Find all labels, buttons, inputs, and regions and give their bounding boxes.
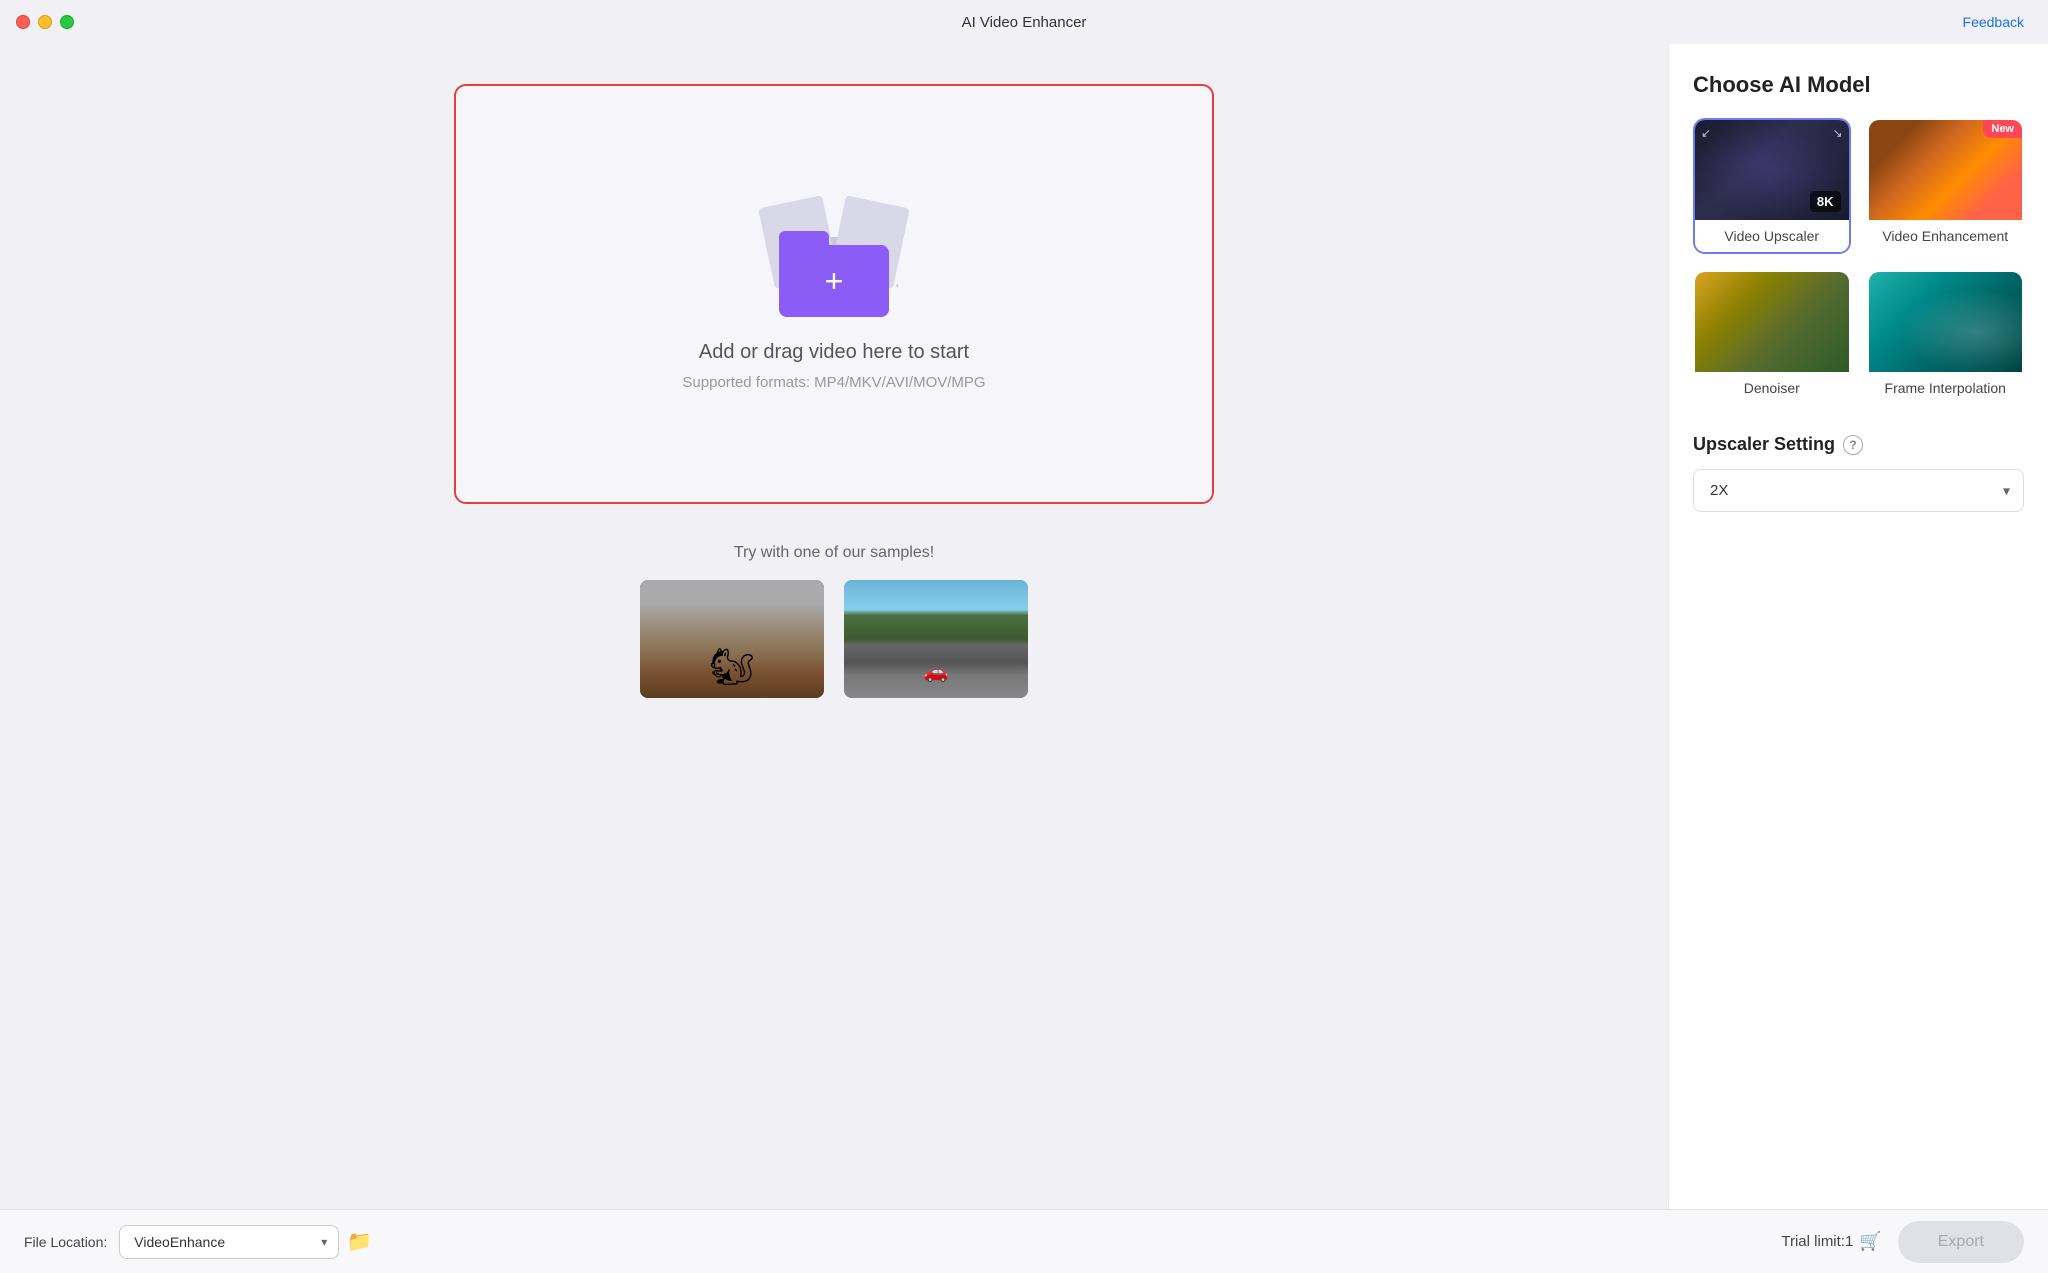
- model-thumb-enhancement: New: [1869, 120, 2023, 220]
- folder-browse-button[interactable]: 📁: [339, 1225, 380, 1258]
- model-card-video-upscaler[interactable]: ↙ ↘ 8K Video Upscaler: [1693, 118, 1851, 254]
- samples-row: [640, 580, 1028, 698]
- model-thumb-denoiser: [1695, 272, 1849, 372]
- maximize-button[interactable]: [60, 15, 74, 29]
- help-icon[interactable]: ?: [1843, 435, 1863, 455]
- bottom-bar: File Location: VideoEnhance Desktop Docu…: [0, 1209, 2048, 1273]
- arrow-expand-topright: ↘: [1832, 126, 1842, 140]
- upscaler-8k-badge: 8K: [1810, 191, 1841, 212]
- export-button[interactable]: Export: [1898, 1221, 2024, 1263]
- sparkle-icon-bottomright: ·: [895, 277, 900, 295]
- folder-browse-icon: 📁: [347, 1231, 372, 1253]
- model-card-frame-interpolation[interactable]: Frame Interpolation: [1867, 270, 2025, 406]
- new-badge: New: [1983, 120, 2022, 138]
- model-thumb-upscaler: ↙ ↘ 8K: [1695, 120, 1849, 220]
- folder-plus-icon: +: [825, 265, 844, 297]
- sample-traffic[interactable]: [844, 580, 1028, 698]
- right-panel: Choose AI Model ↙ ↘ 8K Video Upscaler Ne…: [1668, 44, 2048, 1209]
- model-card-denoiser[interactable]: Denoiser: [1693, 270, 1851, 406]
- model-grid: ↙ ↘ 8K Video Upscaler New Video Enhancem…: [1693, 118, 2024, 406]
- setting-section: Upscaler Setting ? 2X 4X 8X ▾: [1693, 434, 2024, 512]
- trial-limit: Trial limit:1 🛒: [1781, 1231, 1881, 1252]
- folder-front: +: [779, 245, 889, 317]
- model-enhancement-label: Video Enhancement: [1869, 220, 2023, 252]
- arrow-expand-topleft: ↙: [1701, 126, 1711, 140]
- samples-title: Try with one of our samples!: [734, 544, 934, 562]
- trial-limit-text: Trial limit:1: [1781, 1233, 1853, 1250]
- drop-zone-title: Add or drag video here to start: [699, 341, 969, 364]
- setting-label-text: Upscaler Setting: [1693, 434, 1835, 455]
- bottom-right: Trial limit:1 🛒 Export: [1781, 1221, 2024, 1263]
- close-button[interactable]: [16, 15, 30, 29]
- samples-section: Try with one of our samples!: [454, 544, 1214, 698]
- model-thumb-interpolation: [1869, 272, 2023, 372]
- folder-icon-wrapper: + ✦ ·: [764, 197, 904, 317]
- model-interpolation-label: Frame Interpolation: [1869, 372, 2023, 404]
- file-location-label: File Location:: [24, 1234, 107, 1250]
- upscaler-setting-select[interactable]: 2X 4X 8X: [1693, 469, 2024, 512]
- file-location-select-wrapper: VideoEnhance Desktop Documents ▾: [119, 1225, 339, 1259]
- drop-zone-subtitle: Supported formats: MP4/MKV/AVI/MOV/MPG: [682, 374, 985, 391]
- squirrel-scene-bg: [640, 580, 824, 698]
- panel-title: Choose AI Model: [1693, 72, 2024, 98]
- setting-select-wrapper: 2X 4X 8X ▾: [1693, 469, 2024, 512]
- title-bar: AI Video Enhancer Feedback: [0, 0, 2048, 44]
- setting-label: Upscaler Setting ?: [1693, 434, 2024, 455]
- feedback-link[interactable]: Feedback: [1963, 14, 2024, 30]
- minimize-button[interactable]: [38, 15, 52, 29]
- left-panel: + ✦ · Add or drag video here to start Su…: [0, 44, 1668, 1209]
- model-denoiser-label: Denoiser: [1695, 372, 1849, 404]
- main-layout: + ✦ · Add or drag video here to start Su…: [0, 44, 2048, 1209]
- sample-squirrel[interactable]: [640, 580, 824, 698]
- traffic-scene-bg: [844, 580, 1028, 698]
- window-controls: [16, 15, 74, 29]
- app-title: AI Video Enhancer: [962, 14, 1087, 31]
- upscaler-arrows: ↙ ↘: [1701, 126, 1843, 140]
- cart-icon: 🛒: [1859, 1231, 1881, 1252]
- file-location-select[interactable]: VideoEnhance Desktop Documents: [119, 1225, 339, 1259]
- model-card-video-enhancement[interactable]: New Video Enhancement: [1867, 118, 2025, 254]
- model-upscaler-label: Video Upscaler: [1695, 220, 1849, 252]
- drop-zone[interactable]: + ✦ · Add or drag video here to start Su…: [454, 84, 1214, 504]
